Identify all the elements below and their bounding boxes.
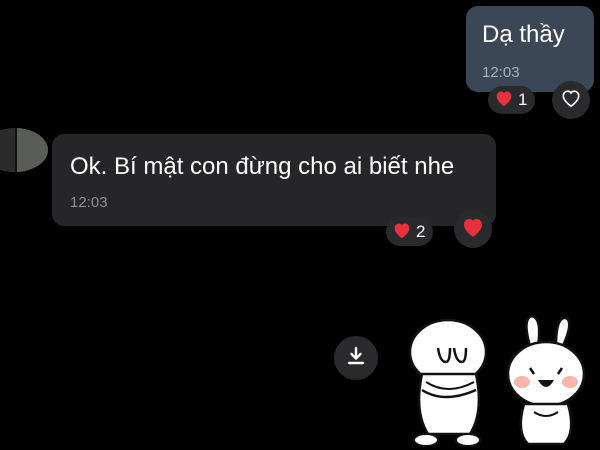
- outgoing-message-time: 12:03: [482, 64, 520, 81]
- blob-character-icon: [408, 318, 488, 447]
- incoming-message-text: Ok. Bí mật con đừng cho ai biết nhe: [70, 153, 455, 180]
- outgoing-message-text: Dạ thầy: [482, 21, 565, 48]
- sender-avatar[interactable]: [0, 128, 48, 172]
- add-reaction-button[interactable]: [552, 81, 590, 119]
- rabbit-character-icon: [506, 314, 586, 446]
- outgoing-reaction-count[interactable]: 1: [488, 86, 536, 114]
- reaction-count: 1: [518, 90, 528, 109]
- download-button[interactable]: [334, 336, 378, 380]
- incoming-message-time: 12:03: [70, 194, 108, 211]
- heart-icon: [494, 89, 514, 112]
- react-heart-button[interactable]: [454, 210, 492, 248]
- incoming-reaction-count[interactable]: 2: [386, 218, 434, 246]
- heart-outline-icon: [560, 88, 582, 113]
- sticker-image[interactable]: [404, 312, 600, 450]
- heart-icon: [461, 216, 485, 243]
- reaction-count: 2: [416, 222, 426, 241]
- incoming-message-bubble[interactable]: Ok. Bí mật con đừng cho ai biết nhe 12:0…: [52, 134, 496, 226]
- heart-icon: [392, 221, 412, 244]
- chat-screen: Dạ thầy 12:03 1 Ok. Bí mật con đừng cho …: [0, 0, 600, 450]
- download-icon: [346, 346, 366, 371]
- outgoing-message-bubble[interactable]: Dạ thầy 12:03: [466, 6, 594, 92]
